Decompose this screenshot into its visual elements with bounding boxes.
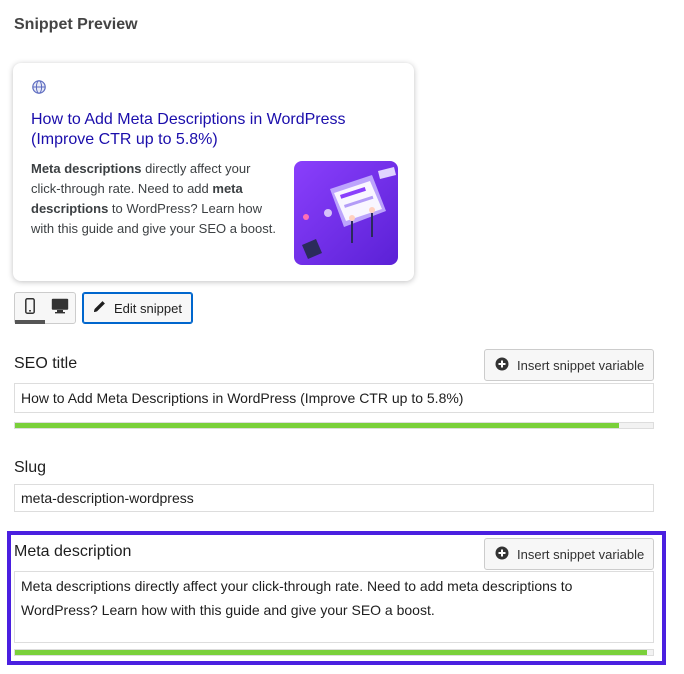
- preview-description: Meta descriptions directly affect your c…: [31, 159, 279, 239]
- meta-description-progress: [14, 649, 654, 656]
- desktop-preview-button[interactable]: [45, 293, 75, 323]
- meta-description-label: Meta description: [14, 543, 132, 560]
- preview-title[interactable]: How to Add Meta Descriptions in WordPres…: [31, 110, 391, 150]
- plus-circle-icon: [495, 357, 509, 374]
- seo-title-progress-fill: [15, 423, 619, 428]
- mobile-preview-button[interactable]: [15, 293, 45, 324]
- seo-title-insert-variable-button[interactable]: Insert snippet variable: [484, 349, 654, 381]
- seo-title-input[interactable]: How to Add Meta Descriptions in WordPres…: [14, 383, 654, 413]
- edit-snippet-button[interactable]: Edit snippet: [82, 292, 193, 324]
- insert-variable-label: Insert snippet variable: [517, 546, 645, 562]
- slug-input[interactable]: meta-description-wordpress: [14, 484, 654, 512]
- slug-label: Slug: [14, 459, 47, 476]
- snippet-preview-heading: Snippet Preview: [14, 16, 138, 33]
- preview-thumbnail: [294, 161, 398, 265]
- seo-title-label: SEO title: [14, 355, 78, 372]
- desktop-icon: [51, 298, 69, 319]
- device-toggle: [14, 292, 76, 324]
- pencil-icon: [93, 300, 106, 316]
- globe-icon: [32, 80, 46, 94]
- meta-description-textarea[interactable]: Meta descriptions directly affect your c…: [14, 571, 654, 643]
- insert-variable-label: Insert snippet variable: [517, 357, 645, 373]
- preview-desc-bold-1: Meta descriptions: [31, 161, 142, 176]
- snippet-preview-card: How to Add Meta Descriptions in WordPres…: [13, 63, 414, 281]
- mobile-icon: [25, 297, 35, 319]
- plus-circle-icon: [495, 546, 509, 563]
- seo-title-progress: [14, 422, 654, 429]
- meta-description-insert-variable-button[interactable]: Insert snippet variable: [484, 538, 654, 570]
- edit-snippet-label: Edit snippet: [114, 300, 182, 316]
- meta-description-progress-fill: [15, 650, 647, 655]
